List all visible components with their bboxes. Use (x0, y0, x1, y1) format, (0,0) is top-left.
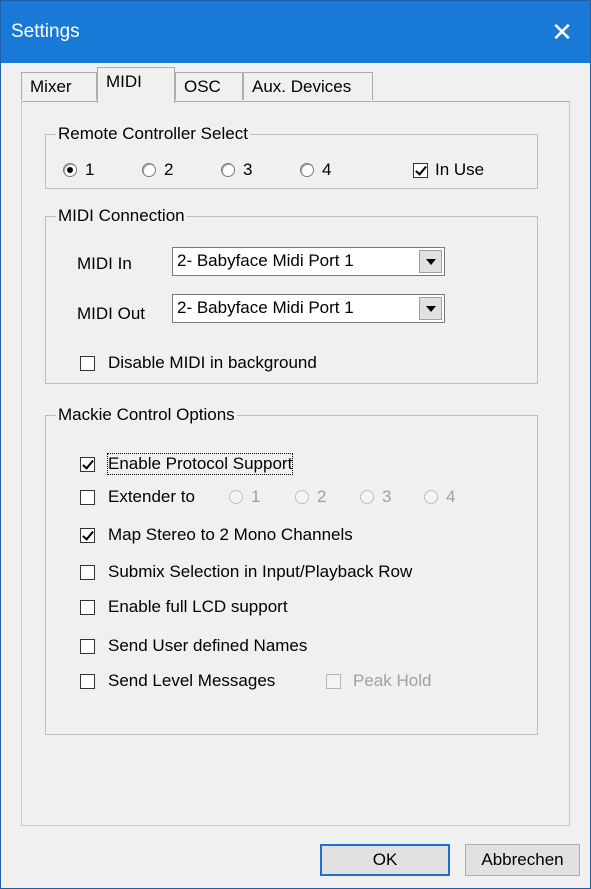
extender-label: Extender to (108, 487, 195, 506)
midi-tab-panel: Remote Controller Select 1 2 3 4 In Use … (21, 101, 570, 826)
submix-selection-label: Submix Selection in Input/Playback Row (108, 562, 413, 581)
extender-radio-2-label: 2 (317, 487, 327, 506)
enable-protocol-label: Enable Protocol Support (106, 453, 294, 475)
mackie-control-legend: Mackie Control Options (58, 405, 235, 424)
level-messages-checkbox[interactable] (80, 674, 95, 689)
ok-button-label: OK (372, 850, 398, 869)
midi-out-select[interactable]: 2- Babyface Midi Port 1 (172, 294, 445, 323)
remote-radio-3[interactable] (221, 163, 235, 177)
full-lcd-checkbox[interactable] (80, 600, 95, 615)
title-bar: Settings ✕ (1, 1, 590, 63)
tab-midi-label: MIDI (106, 72, 142, 91)
chevron-down-icon[interactable] (419, 297, 442, 320)
submix-selection-checkbox[interactable] (80, 565, 95, 580)
tab-osc[interactable]: OSC (175, 72, 243, 100)
remote-radio-4[interactable] (300, 163, 314, 177)
close-icon[interactable]: ✕ (534, 1, 590, 63)
extender-radio-1[interactable] (229, 490, 243, 504)
remote-radio-3-label: 3 (243, 160, 253, 179)
tab-mixer-label: Mixer (30, 77, 72, 96)
disable-midi-bg-label: Disable MIDI in background (108, 353, 317, 372)
midi-in-label: MIDI In (77, 254, 132, 273)
enable-protocol-checkbox[interactable] (80, 457, 95, 472)
remote-radio-1[interactable] (63, 163, 77, 177)
tab-aux-devices-label: Aux. Devices (252, 77, 352, 96)
ok-button[interactable]: OK (320, 844, 450, 876)
midi-in-select[interactable]: 2- Babyface Midi Port 1 (172, 247, 445, 276)
remote-radio-1-label: 1 (85, 160, 95, 179)
full-lcd-label: Enable full LCD support (108, 597, 288, 616)
level-messages-label: Send Level Messages (108, 671, 276, 690)
remote-radio-2-label: 2 (164, 160, 174, 179)
remote-radio-2[interactable] (142, 163, 156, 177)
cancel-button[interactable]: Abbrechen (465, 844, 580, 876)
extender-radio-2[interactable] (295, 490, 309, 504)
extender-radio-1-label: 1 (251, 487, 261, 506)
midi-out-value: 2- Babyface Midi Port 1 (177, 298, 354, 317)
midi-connection-legend: MIDI Connection (58, 206, 185, 225)
user-names-checkbox[interactable] (80, 639, 95, 654)
chevron-down-icon[interactable] (419, 250, 442, 273)
in-use-checkbox[interactable] (413, 163, 428, 178)
settings-dialog: Settings ✕ Mixer MIDI OSC Aux. Devices R… (0, 0, 591, 889)
remote-controller-legend: Remote Controller Select (58, 124, 248, 143)
tab-mixer[interactable]: Mixer (21, 72, 97, 100)
extender-checkbox[interactable] (80, 490, 95, 505)
extender-radio-3-label: 3 (382, 487, 392, 506)
tab-osc-label: OSC (184, 77, 221, 96)
peak-hold-checkbox[interactable] (326, 674, 341, 689)
extender-radio-4[interactable] (424, 490, 438, 504)
midi-out-label: MIDI Out (77, 304, 146, 323)
user-names-label: Send User defined Names (108, 636, 308, 655)
tab-aux-devices[interactable]: Aux. Devices (243, 72, 373, 100)
map-stereo-checkbox[interactable] (80, 528, 95, 543)
cancel-button-label: Abbrechen (481, 850, 564, 869)
remote-radio-4-label: 4 (322, 160, 332, 179)
in-use-label: In Use (435, 160, 485, 179)
map-stereo-label: Map Stereo to 2 Mono Channels (108, 525, 353, 544)
window-title: Settings (11, 21, 80, 42)
extender-radio-4-label: 4 (446, 487, 456, 506)
disable-midi-bg-checkbox[interactable] (80, 356, 95, 371)
tab-midi[interactable]: MIDI (97, 67, 175, 103)
midi-in-value: 2- Babyface Midi Port 1 (177, 251, 354, 270)
extender-radio-3[interactable] (360, 490, 374, 504)
peak-hold-label: Peak Hold (353, 671, 432, 690)
